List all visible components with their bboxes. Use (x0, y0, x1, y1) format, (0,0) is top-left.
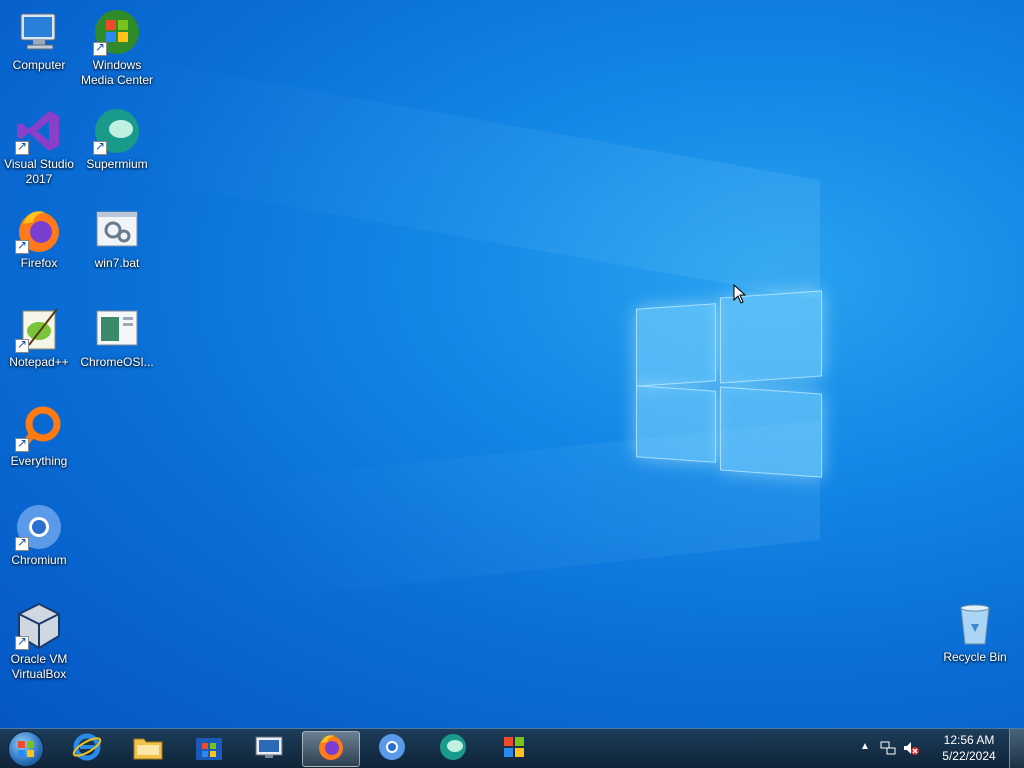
taskbar-windows-media-center[interactable] (485, 731, 543, 767)
windows-orb-icon (8, 731, 44, 767)
desktop-icon-supermium[interactable]: Supermium (78, 107, 156, 172)
supermium-icon (93, 107, 141, 155)
icon-label: Oracle VM VirtualBox (10, 652, 68, 681)
desktop-icon-win7-bat[interactable]: win7.bat (78, 206, 156, 271)
recycle-bin-icon (951, 600, 999, 648)
firefox-icon (316, 732, 346, 767)
desktop-icon-chromium[interactable]: Chromium (0, 503, 78, 568)
windows-flag-icon (500, 733, 528, 766)
icon-label: Computer (12, 58, 66, 72)
icon-label: Windows Media Center (80, 58, 154, 87)
taskbar-file-explorer[interactable] (119, 731, 177, 767)
show-hidden-icons-chevron-icon[interactable]: ▲ (860, 741, 870, 752)
desktop-icon-everything[interactable]: Everything (0, 404, 78, 469)
network-icon[interactable] (880, 740, 896, 759)
desktop-icon-chromeosi[interactable]: ChromeOSI... (78, 305, 156, 370)
application-window-icon (93, 305, 141, 353)
taskbar-remote-desktop[interactable] (240, 731, 298, 767)
desktop-icon-notepadpp[interactable]: Notepad++ (0, 305, 78, 370)
taskbar-store[interactable] (180, 731, 238, 767)
notepadpp-icon (15, 305, 63, 353)
start-button[interactable] (6, 731, 46, 767)
icon-label: win7.bat (94, 256, 140, 270)
batch-file-icon (93, 206, 141, 254)
desktop-icon-firefox[interactable]: Firefox (0, 206, 78, 271)
desktop-background[interactable]: Computer Visual Studio 2017 Firefox Note… (0, 0, 1024, 728)
icon-label: Visual Studio 2017 (4, 157, 74, 186)
taskbar-firefox[interactable] (302, 731, 360, 767)
light-beam-decoration (120, 56, 820, 301)
system-tray: ▲ 12:56 AM 5/22/2024 (860, 729, 1000, 768)
show-desktop-button[interactable] (1009, 729, 1024, 768)
remote-desktop-icon (253, 733, 285, 766)
icon-label: Recycle Bin (943, 650, 1007, 664)
virtualbox-icon (15, 602, 63, 650)
icon-label: Notepad++ (9, 355, 69, 369)
taskbar-chromium[interactable] (363, 731, 421, 767)
internet-explorer-icon (72, 732, 102, 767)
windows-media-center-icon (93, 8, 141, 56)
everything-icon (15, 404, 63, 452)
firefox-icon (15, 206, 63, 254)
store-icon (194, 732, 224, 767)
visual-studio-icon (15, 107, 63, 155)
chromium-icon (377, 732, 407, 767)
windows-logo-wallpaper (636, 290, 822, 480)
file-explorer-icon (132, 733, 164, 766)
icon-label: Everything (10, 454, 68, 468)
chromium-icon (15, 503, 63, 551)
clock[interactable]: 12:56 AM 5/22/2024 (938, 732, 1000, 764)
desktop-icon-virtualbox[interactable]: Oracle VM VirtualBox (0, 602, 78, 682)
icon-label: Chromium (11, 553, 67, 567)
clock-time: 12:56 AM (943, 733, 995, 747)
icon-label: Firefox (20, 256, 58, 270)
taskbar-supermium[interactable] (424, 731, 482, 767)
icon-label: ChromeOSI... (80, 355, 154, 369)
desktop-icon-recycle-bin[interactable]: Recycle Bin (936, 600, 1014, 665)
icon-label: Supermium (86, 157, 148, 171)
mouse-cursor-icon (733, 283, 747, 309)
computer-icon (15, 8, 63, 56)
desktop-icon-windows-media-center[interactable]: Windows Media Center (78, 8, 156, 88)
desktop-icon-visual-studio[interactable]: Visual Studio 2017 (0, 107, 78, 187)
desktop-icon-computer[interactable]: Computer (0, 8, 78, 73)
clock-date: 5/22/2024 (942, 749, 996, 763)
taskbar: ▲ 12:56 AM 5/22/2024 (0, 728, 1024, 768)
supermium-icon (438, 732, 468, 767)
volume-muted-icon[interactable] (902, 740, 920, 759)
taskbar-internet-explorer[interactable] (58, 731, 116, 767)
